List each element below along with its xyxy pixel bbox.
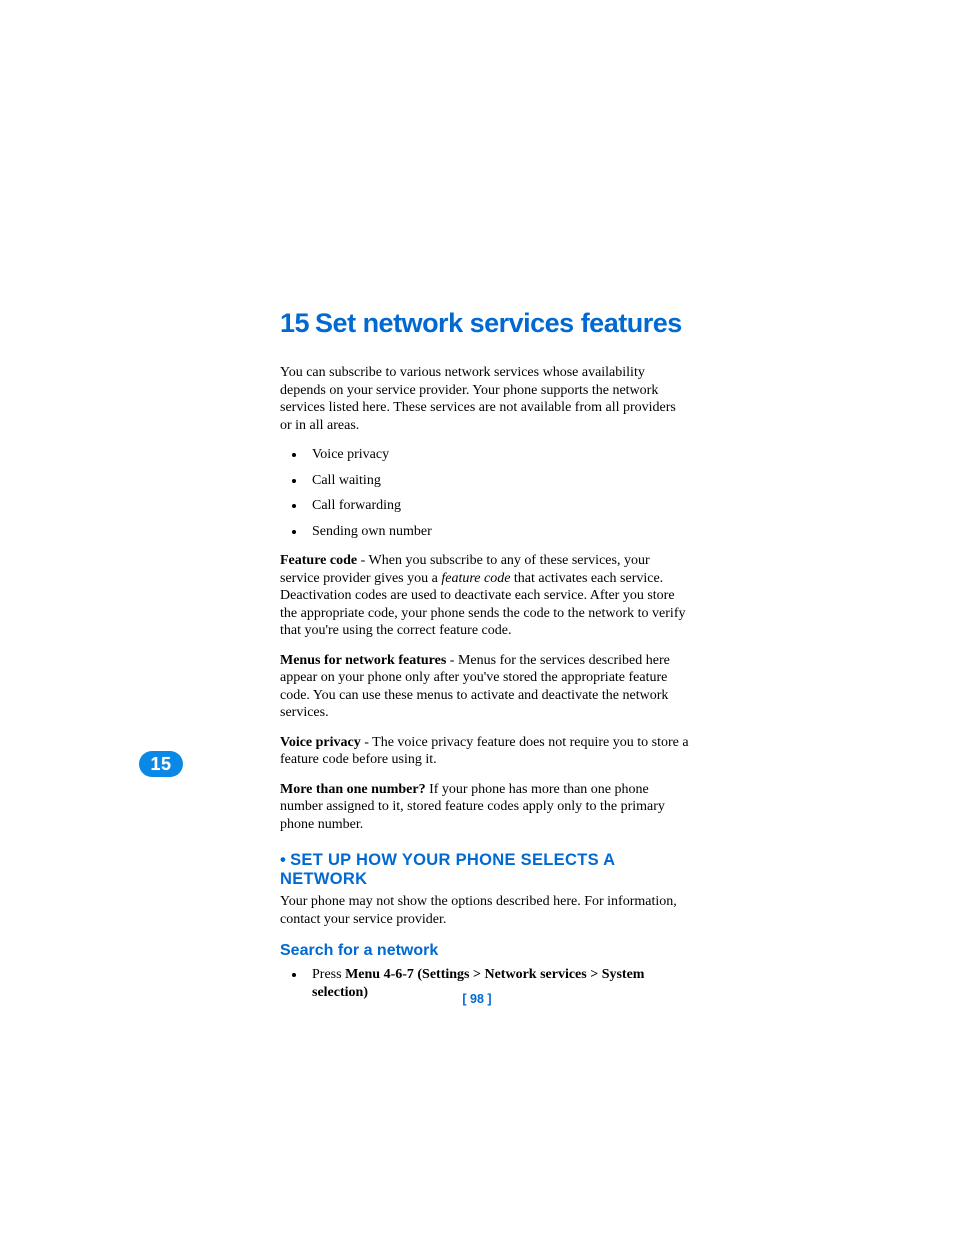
- feature-code-italic: feature code: [441, 571, 510, 586]
- chapter-tab-number: 15: [139, 751, 183, 777]
- section-bullet-icon: •: [280, 851, 286, 869]
- page-number: [ 98 ]: [0, 992, 954, 1006]
- chapter-tab: 15: [139, 751, 183, 777]
- list-item: Call forwarding: [306, 497, 690, 515]
- feature-code-label: Feature code: [280, 553, 357, 568]
- subsection-heading: Search for a network: [280, 942, 690, 960]
- chapter-title-text: Set network services features: [315, 308, 682, 338]
- menus-paragraph: Menus for network features - Menus for t…: [280, 652, 690, 722]
- voice-privacy-label: Voice privacy: [280, 735, 361, 750]
- page-content: 15Set network services features You can …: [280, 308, 690, 1013]
- intro-paragraph: You can subscribe to various network ser…: [280, 364, 690, 434]
- chapter-title: 15Set network services features: [280, 308, 690, 339]
- section-heading-text: SET UP HOW YOUR PHONE SELECTS A NETWORK: [280, 851, 615, 888]
- chapter-number: 15: [280, 308, 309, 338]
- section-heading: •SET UP HOW YOUR PHONE SELECTS A NETWORK: [280, 851, 690, 889]
- section-intro: Your phone may not show the options desc…: [280, 893, 690, 928]
- list-item: Call waiting: [306, 472, 690, 490]
- voice-privacy-paragraph: Voice privacy - The voice privacy featur…: [280, 734, 690, 769]
- menus-label: Menus for network features: [280, 653, 446, 668]
- step-prefix: Press: [312, 967, 345, 982]
- list-item: Sending own number: [306, 523, 690, 541]
- services-list: Voice privacy Call waiting Call forwardi…: [280, 446, 690, 540]
- more-than-one-label: More than one number?: [280, 782, 426, 797]
- feature-code-paragraph: Feature code - When you subscribe to any…: [280, 552, 690, 640]
- more-than-one-paragraph: More than one number? If your phone has …: [280, 781, 690, 834]
- list-item: Voice privacy: [306, 446, 690, 464]
